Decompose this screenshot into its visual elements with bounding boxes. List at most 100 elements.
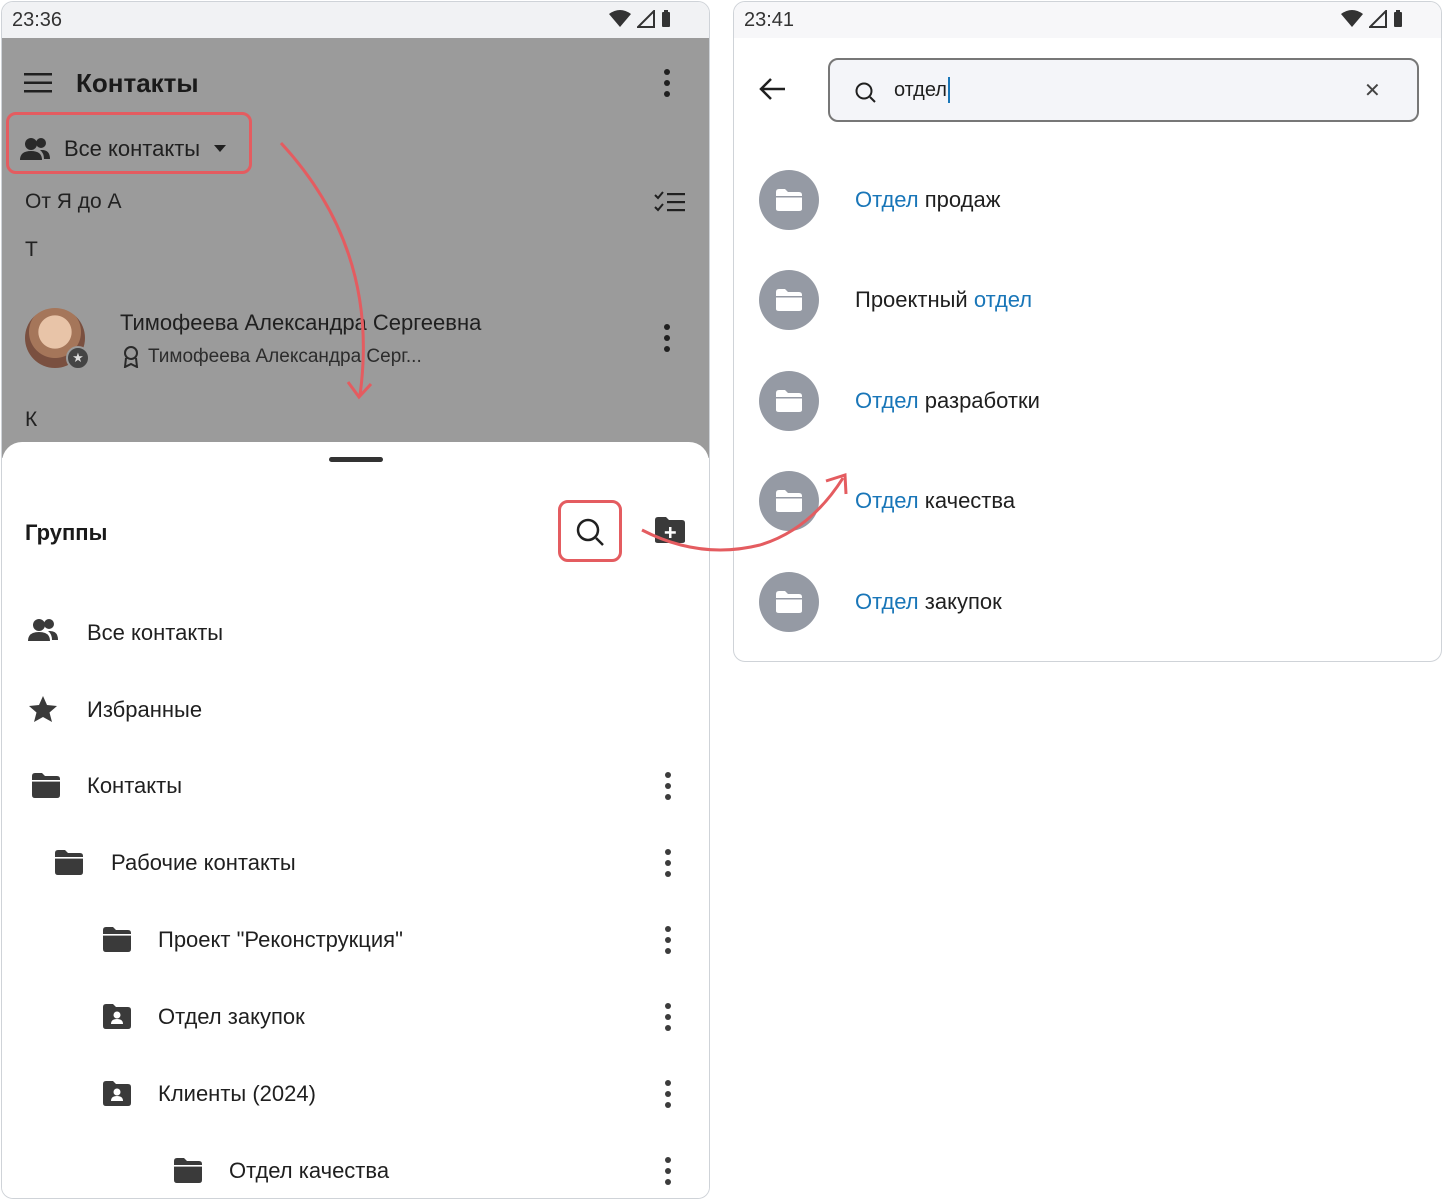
folder-icon <box>54 848 84 881</box>
status-icons <box>1341 10 1403 28</box>
section-letter-k: К <box>25 408 38 431</box>
page-title: Контакты <box>76 68 199 98</box>
group-label: Отдел закупок <box>158 1004 305 1029</box>
status-icons <box>609 10 671 28</box>
badge-icon <box>123 346 139 368</box>
folder-avatar <box>759 572 819 632</box>
folder-avatar <box>759 371 819 431</box>
group-more-icon[interactable] <box>664 849 672 877</box>
annotation-highlight-search <box>558 500 622 562</box>
result-match-highlight: Отдел <box>855 388 919 413</box>
folder-icon <box>776 189 802 211</box>
group-label: Отдел качества <box>229 1158 390 1183</box>
group-item[interactable]: Отдел качества <box>2 1139 709 1198</box>
group-item[interactable]: Проект "Реконструкция" <box>2 908 709 972</box>
result-label: Отдел продаж <box>855 187 1000 213</box>
sort-label[interactable]: От Я до А <box>25 190 122 214</box>
result-match-highlight: Отдел <box>855 589 919 614</box>
result-match-highlight: Отдел <box>855 488 919 513</box>
result-label: Проектный отдел <box>855 287 1032 313</box>
group-item[interactable]: Отдел закупок <box>2 985 709 1049</box>
search-input-value: отдел <box>894 78 947 101</box>
favorite-badge-icon: ★ <box>66 346 90 370</box>
wifi-icon <box>609 10 631 27</box>
right-phone-screen: 23:41 отдел ✕ Отдел продаж Проектный отде… <box>733 1 1442 662</box>
contact-more-icon[interactable] <box>663 324 671 352</box>
star-icon <box>28 695 58 728</box>
search-result-item[interactable]: Отдел качества <box>734 456 1441 546</box>
contact-org: Тимофеева Александра Серг... <box>148 346 422 367</box>
folder-avatar <box>759 170 819 230</box>
status-bar: 23:41 <box>734 2 1441 38</box>
folder-icon <box>776 390 802 412</box>
annotation-highlight-filter <box>6 112 252 174</box>
group-label: Проект "Реконструкция" <box>158 927 403 952</box>
status-bar: 23:36 <box>2 2 709 38</box>
group-more-icon[interactable] <box>664 1003 672 1031</box>
sheet-title: Группы <box>25 520 108 545</box>
folder-person-icon <box>102 1079 132 1112</box>
contact-name[interactable]: Тимофеева Александра Сергеевна <box>120 310 481 336</box>
group-item[interactable]: Контакты <box>2 754 709 818</box>
header-more-icon[interactable] <box>663 69 671 97</box>
result-text-after: закупок <box>918 589 1002 614</box>
search-result-item[interactable]: Проектный отдел <box>734 255 1441 345</box>
result-text-after: качества <box>918 488 1016 513</box>
text-cursor <box>947 77 950 103</box>
battery-icon <box>662 10 670 27</box>
people-icon <box>28 618 58 647</box>
result-text-after: разработки <box>918 388 1040 413</box>
group-item[interactable]: Рабочие контакты <box>2 831 709 895</box>
menu-icon[interactable] <box>24 72 52 99</box>
result-label: Отдел качества <box>855 488 1015 514</box>
group-more-icon[interactable] <box>664 1080 672 1108</box>
result-match-highlight: отдел <box>973 287 1033 312</box>
result-text-after: продаж <box>918 187 1001 212</box>
group-label: Контакты <box>87 773 183 798</box>
folder-icon <box>31 771 61 804</box>
status-time: 23:41 <box>744 9 795 31</box>
back-arrow-icon[interactable] <box>759 77 787 106</box>
contacts-screen-dimmed: Контакты Все контакты От Я до А Т ★ Тимо… <box>2 38 709 458</box>
folder-icon <box>102 925 132 958</box>
search-result-item[interactable]: Отдел закупок <box>734 557 1441 647</box>
result-match-highlight: Отдел <box>855 187 919 212</box>
folder-avatar <box>759 471 819 531</box>
wifi-icon <box>1341 10 1363 27</box>
folder-icon <box>173 1156 203 1189</box>
status-time: 23:36 <box>12 9 63 31</box>
group-label: Все контакты <box>87 620 224 645</box>
sheet-drag-handle[interactable] <box>329 457 383 462</box>
folder-icon <box>776 490 802 512</box>
folder-icon <box>776 591 802 613</box>
clear-icon[interactable]: ✕ <box>1364 78 1381 103</box>
group-item[interactable]: Клиенты (2024) <box>2 1062 709 1126</box>
section-letter-t: Т <box>25 238 38 261</box>
group-more-icon[interactable] <box>664 1157 672 1185</box>
contact-subtitle: Тимофеева Александра Серг... <box>122 346 422 368</box>
result-text-before: Проектный <box>855 287 974 312</box>
search-field[interactable]: отдел ✕ <box>828 58 1419 122</box>
result-label: Отдел закупок <box>855 589 1002 615</box>
search-icon <box>855 82 876 103</box>
folder-person-icon <box>102 1002 132 1035</box>
search-result-item[interactable]: Отдел продаж <box>734 155 1441 245</box>
add-folder-icon[interactable] <box>654 516 686 549</box>
signal-icon <box>1369 10 1387 28</box>
select-list-icon[interactable] <box>654 190 686 219</box>
group-item[interactable]: Все контакты <box>2 601 709 665</box>
left-phone-screen: 23:36 Контакты Все контакты От Я до А Т … <box>1 1 710 1199</box>
group-label: Рабочие контакты <box>111 850 296 875</box>
search-result-item[interactable]: Отдел разработки <box>734 356 1441 446</box>
group-more-icon[interactable] <box>664 926 672 954</box>
group-label: Избранные <box>87 697 203 722</box>
search-input[interactable]: отдел <box>894 77 950 103</box>
signal-icon <box>637 10 655 28</box>
folder-avatar <box>759 270 819 330</box>
group-more-icon[interactable] <box>664 772 672 800</box>
folder-icon <box>776 289 802 311</box>
group-label: Клиенты (2024) <box>158 1081 316 1106</box>
result-label: Отдел разработки <box>855 388 1040 414</box>
group-item[interactable]: Избранные <box>2 678 709 742</box>
battery-icon <box>1394 10 1402 27</box>
